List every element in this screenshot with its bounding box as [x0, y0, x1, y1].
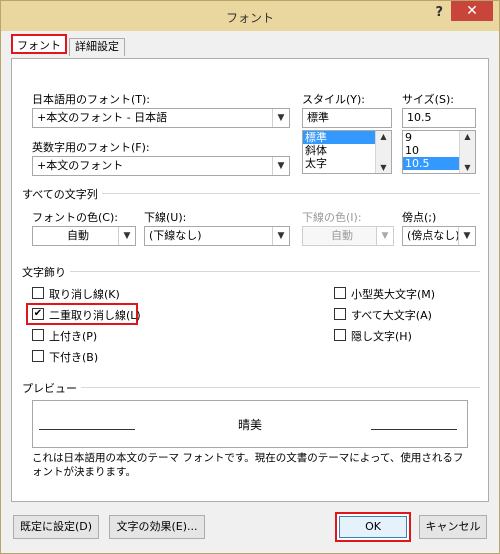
preview-sample-text: 晴美: [237, 418, 262, 432]
western-font-combo[interactable]: +本文のフォント ▼: [32, 156, 290, 176]
superscript-label[interactable]: 上付き(P): [49, 328, 97, 344]
superscript-checkbox[interactable]: [32, 329, 44, 341]
set-default-button[interactable]: 既定に設定(D): [13, 515, 99, 539]
double-strikethrough-label[interactable]: 二重取り消し線(L): [49, 307, 141, 323]
font-dialog: フォント ? ✕ フォント 詳細設定 日本語用のフォント(T): +本文のフォン…: [0, 0, 500, 554]
scroll-down-icon[interactable]: ▼: [460, 163, 475, 172]
checkmark-icon: ✔: [33, 308, 43, 319]
size-value: 10.5: [407, 111, 432, 124]
all-caps-label[interactable]: すべて大文字(A): [351, 307, 432, 323]
font-color-value: 自動: [67, 229, 89, 242]
preview-description: これは日本語用の本文のテーマ フォントです。現在の文書のテーマによって、使用され…: [32, 452, 464, 478]
subscript-checkbox[interactable]: [32, 350, 44, 362]
tab-font[interactable]: フォント: [11, 34, 67, 54]
all-caps-checkbox[interactable]: [334, 308, 346, 320]
preview-box: 晴美: [32, 400, 468, 448]
underline-label: 下線(U):: [144, 211, 187, 224]
western-font-value: +本文のフォント: [37, 159, 124, 172]
style-value: 標準: [307, 111, 329, 124]
size-input[interactable]: 10.5: [402, 108, 476, 128]
effects-divider: [22, 271, 480, 272]
style-listbox[interactable]: 標準 斜体 太字 ▲ ▼: [302, 130, 392, 174]
size-scrollbar[interactable]: ▲ ▼: [459, 131, 475, 173]
chevron-down-icon[interactable]: ▼: [458, 227, 475, 245]
western-font-label: 英数字用のフォント(F):: [32, 141, 150, 154]
chevron-down-icon[interactable]: ▼: [272, 157, 289, 175]
scroll-down-icon[interactable]: ▼: [376, 163, 391, 172]
all-text-group-title: すべての文字列: [22, 186, 102, 202]
chevron-down-icon[interactable]: ▼: [272, 227, 289, 245]
ok-highlight-frame: OK: [335, 512, 411, 542]
small-caps-label[interactable]: 小型英大文字(M): [351, 286, 435, 302]
underline-color-label: 下線の色(I):: [302, 211, 362, 224]
ok-button[interactable]: OK: [339, 516, 407, 538]
size-listbox[interactable]: 9 10 10.5 ▲ ▼: [402, 130, 476, 174]
preview-group-title: プレビュー: [22, 380, 81, 396]
style-input[interactable]: 標準: [302, 108, 392, 128]
emphasis-label: 傍点(;): [402, 211, 437, 224]
subscript-label[interactable]: 下付き(B): [49, 349, 98, 365]
double-strikethrough-checkbox[interactable]: ✔: [32, 308, 44, 320]
style-scrollbar[interactable]: ▲ ▼: [375, 131, 391, 173]
japanese-font-combo[interactable]: +本文のフォント - 日本語 ▼: [32, 108, 290, 128]
strikethrough-label[interactable]: 取り消し線(K): [49, 286, 120, 302]
font-tab-panel: 日本語用のフォント(T): +本文のフォント - 日本語 ▼ 英数字用のフォント…: [11, 58, 489, 502]
font-color-label: フォントの色(C):: [32, 211, 118, 224]
hidden-label[interactable]: 隠し文字(H): [351, 328, 412, 344]
scroll-up-icon[interactable]: ▲: [460, 132, 475, 141]
chevron-down-icon[interactable]: ▼: [118, 227, 135, 245]
preview-divider: [22, 387, 480, 388]
small-caps-checkbox[interactable]: [334, 287, 346, 299]
chevron-down-icon: ▼: [376, 227, 393, 245]
japanese-font-label: 日本語用のフォント(T):: [32, 93, 151, 106]
text-effects-button[interactable]: 文字の効果(E)...: [109, 515, 205, 539]
font-color-combo[interactable]: 自動 ▼: [32, 226, 136, 246]
underline-color-value: 自動: [331, 229, 353, 242]
underline-color-combo: 自動 ▼: [302, 226, 394, 246]
title-bar: フォント ? ✕: [1, 1, 499, 31]
emphasis-value: (傍点なし): [407, 229, 460, 242]
underline-combo[interactable]: (下線なし) ▼: [144, 226, 290, 246]
size-label: サイズ(S):: [402, 93, 454, 106]
scroll-up-icon[interactable]: ▲: [376, 132, 391, 141]
chevron-down-icon[interactable]: ▼: [272, 109, 289, 127]
tab-advanced[interactable]: 詳細設定: [69, 38, 125, 56]
close-button[interactable]: ✕: [451, 1, 493, 21]
help-button[interactable]: ?: [435, 5, 443, 20]
japanese-font-value: +本文のフォント - 日本語: [37, 111, 168, 124]
hidden-checkbox[interactable]: [334, 329, 346, 341]
strikethrough-checkbox[interactable]: [32, 287, 44, 299]
cancel-button[interactable]: キャンセル: [419, 515, 487, 539]
effects-group-title: 文字飾り: [22, 264, 70, 280]
underline-value: (下線なし): [149, 229, 202, 242]
emphasis-combo[interactable]: (傍点なし) ▼: [402, 226, 476, 246]
window-title: フォント: [225, 11, 274, 25]
style-label: スタイル(Y):: [302, 93, 366, 106]
